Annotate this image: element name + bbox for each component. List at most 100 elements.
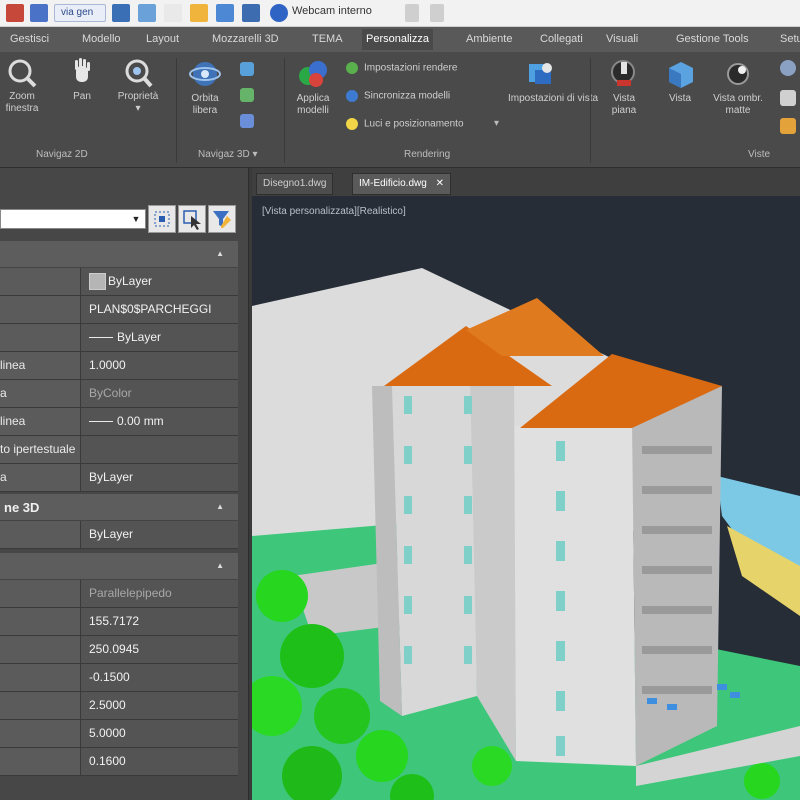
menu-item-tema[interactable]: TEMA (312, 33, 343, 45)
property-value[interactable]: Parallelepipedo (81, 580, 238, 607)
property-value[interactable]: ByLayer (81, 464, 238, 491)
walk-icon[interactable] (240, 114, 254, 128)
property-value[interactable] (81, 436, 238, 463)
property-value[interactable]: 250.0945 (81, 636, 238, 663)
undo-icon[interactable] (164, 4, 182, 22)
property-row[interactable]: 250.0945 (0, 636, 238, 664)
property-value[interactable]: 155.7172 (81, 608, 238, 635)
tab-drawing-1[interactable]: Disegno1.dwg (256, 173, 334, 195)
property-value[interactable]: ByLayer (81, 521, 238, 548)
property-row[interactable]: linea 0.00 mm (0, 408, 238, 436)
workspace-dropdown[interactable]: via gen (54, 4, 106, 22)
object-type-select[interactable]: ▼ (0, 209, 146, 229)
shaded-view-button[interactable]: Vista ombr. matte (708, 58, 768, 117)
property-row[interactable]: ByLayer (0, 268, 238, 296)
property-row[interactable]: to ipertestuale (0, 436, 238, 464)
view-label: Vista (668, 93, 692, 104)
section-general-header[interactable]: ▲ (0, 241, 238, 268)
section-geometry-header[interactable]: ▲ (0, 553, 238, 580)
minimize-icon[interactable] (405, 4, 419, 22)
property-row[interactable]: a ByLayer (0, 464, 238, 492)
property-value[interactable]: -0.1500 (81, 664, 238, 691)
quick-select-button[interactable] (208, 205, 236, 233)
property-row[interactable]: a ByColor (0, 380, 238, 408)
property-row[interactable]: -0.1500 (0, 664, 238, 692)
property-row[interactable]: 2.5000 (0, 692, 238, 720)
menu-item-ambiente[interactable]: Ambiente (466, 33, 512, 45)
save-icon[interactable] (30, 4, 48, 22)
menu-item-personalizza[interactable]: Personalizza (362, 29, 433, 50)
property-row[interactable]: Parallelepipedo (0, 580, 238, 608)
panel-title-viste: Viste (748, 149, 771, 160)
property-row[interactable]: ByLayer (0, 324, 238, 352)
pan-button[interactable]: Pan (62, 58, 102, 103)
shaded-view-label: Vista ombr. matte (713, 93, 763, 116)
property-value[interactable]: 0.1600 (81, 748, 238, 775)
property-value-color[interactable]: ByLayer (81, 268, 238, 295)
property-row[interactable]: 155.7172 (0, 608, 238, 636)
menu-item-gestione-tools[interactable]: Gestione Tools (676, 33, 749, 45)
zoom-window-button[interactable]: Zoom finestra (0, 58, 44, 115)
property-row[interactable]: 0.1600 (0, 748, 238, 776)
render-dropdown-arrow[interactable]: ▾ (494, 118, 499, 129)
toggle-pickadd-button[interactable] (148, 205, 176, 233)
property-key (0, 268, 81, 295)
visual-style-icon[interactable] (780, 60, 796, 76)
collapse-icon[interactable]: ▲ (216, 502, 224, 511)
collapse-icon[interactable]: ▲ (216, 249, 224, 258)
steering-wheel-icon[interactable] (240, 88, 254, 102)
plot-icon[interactable] (138, 4, 156, 22)
property-key (0, 636, 81, 663)
close-icon[interactable]: ✕ (436, 178, 444, 189)
drawing-viewport[interactable]: [Vista personalizzata][Realistico] (252, 196, 800, 800)
menu-item-gestisci[interactable]: Gestisci (10, 33, 49, 45)
app-menu-icon[interactable] (6, 4, 24, 22)
quick-select-icon (213, 211, 231, 228)
property-value[interactable]: 1.0000 (81, 352, 238, 379)
menu-item-mozzarelli[interactable]: Mozzarelli 3D (212, 33, 279, 45)
property-value[interactable]: 2.5000 (81, 692, 238, 719)
apply-materials-button[interactable]: Applica modelli (288, 58, 338, 117)
property-key (0, 608, 81, 635)
tab-drawing-active[interactable]: IM-Edificio.dwg ✕ (352, 173, 451, 195)
view-settings-button[interactable]: Impostazioni di vista (508, 58, 598, 105)
sync-materials-item[interactable]: Sincronizza modelli (346, 90, 450, 102)
collapse-icon[interactable]: ▲ (216, 561, 224, 570)
select-objects-button[interactable] (178, 205, 206, 233)
view-button[interactable]: Vista (660, 58, 700, 105)
panel-title-rendering: Rendering (404, 149, 451, 160)
search-icon[interactable] (112, 4, 130, 22)
new-file-icon[interactable] (216, 4, 234, 22)
property-value[interactable]: ByColor (81, 380, 238, 407)
property-value[interactable]: PLAN$0$PARCHEGGI (81, 296, 238, 323)
globe-icon[interactable] (270, 4, 288, 22)
render-settings-item[interactable]: Impostazioni rendere (346, 62, 457, 74)
property-value-linetype[interactable]: ByLayer (81, 324, 238, 351)
nav-cube-icon[interactable] (240, 62, 254, 76)
property-key: a (0, 380, 81, 407)
property-row[interactable]: ByLayer (0, 521, 238, 549)
plan-view-button[interactable]: Vista piana (598, 58, 650, 117)
line-sample-icon (89, 337, 113, 339)
share-icon[interactable] (242, 4, 260, 22)
lights-item[interactable]: Luci e posizionamento (346, 118, 464, 130)
property-row[interactable]: linea 1.0000 (0, 352, 238, 380)
named-views-icon[interactable] (780, 90, 796, 106)
menu-item-modello[interactable]: Modello (82, 33, 121, 45)
open-folder-icon[interactable] (190, 4, 208, 22)
chevron-down-icon[interactable]: ▼ (129, 212, 143, 226)
restore-icon[interactable] (430, 4, 444, 22)
property-row[interactable]: PLAN$0$PARCHEGGI (0, 296, 238, 324)
properties-button[interactable]: Proprietà ▾ (112, 58, 164, 115)
section-3d-header[interactable]: ne 3D ▲ (0, 494, 238, 521)
camera-icon[interactable] (780, 118, 796, 134)
property-row[interactable]: 5.0000 (0, 720, 238, 748)
menu-item-setup[interactable]: Setup (780, 33, 800, 45)
property-value-lineweight[interactable]: 0.00 mm (81, 408, 238, 435)
menu-item-visuali[interactable]: Visuali (606, 33, 638, 45)
menu-item-collegati[interactable]: Collegati (540, 33, 583, 45)
free-orbit-button[interactable]: Orbita libera (182, 58, 228, 117)
view-settings-icon (529, 63, 552, 84)
property-value[interactable]: 5.0000 (81, 720, 238, 747)
menu-item-layout[interactable]: Layout (146, 33, 179, 45)
